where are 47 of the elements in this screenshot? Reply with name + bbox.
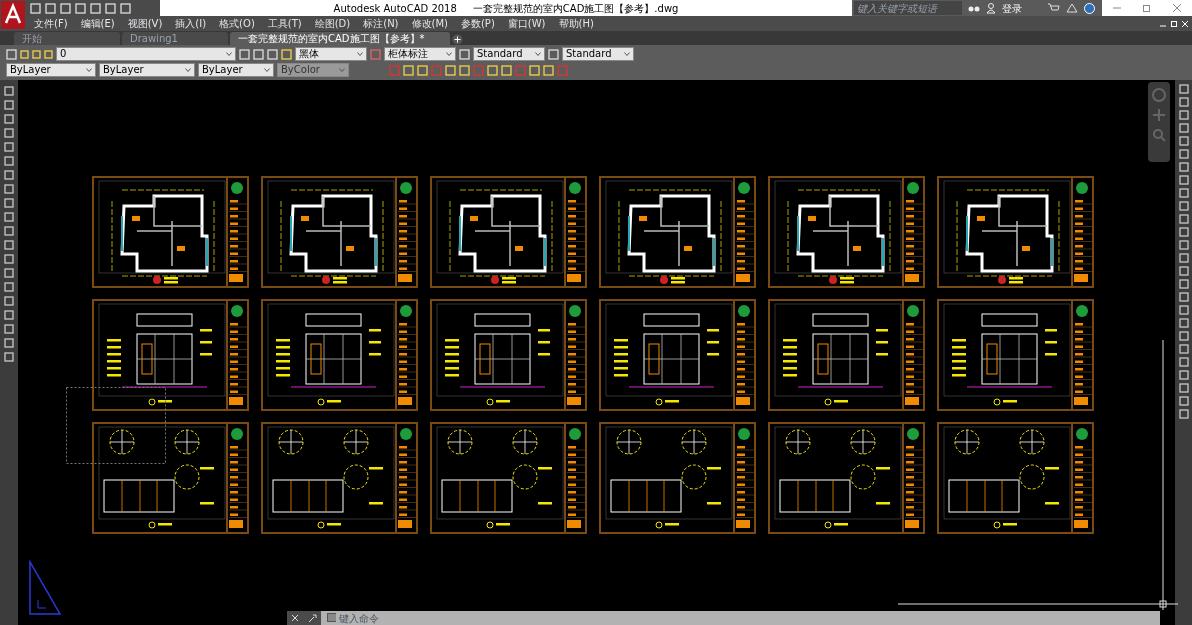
menu-item[interactable]: 工具(T) xyxy=(267,16,302,31)
cart-icon[interactable] xyxy=(1048,3,1060,13)
plot-style-dropdown[interactable]: ByColor xyxy=(277,63,349,77)
plus-icon[interactable] xyxy=(452,34,463,45)
file-tab[interactable]: 开始 xyxy=(14,32,120,45)
lineweight-dropdown[interactable]: ByLayer xyxy=(198,63,274,77)
wrench-icon[interactable] xyxy=(307,613,317,623)
caret-icon xyxy=(446,52,452,56)
menu-item[interactable]: 参数(P) xyxy=(460,16,495,31)
menu-item[interactable]: 格式(O) xyxy=(219,16,255,31)
caret-icon xyxy=(535,52,541,56)
caret-icon xyxy=(86,68,92,72)
file-tab[interactable]: Drawing1 xyxy=(122,32,228,45)
file-tab[interactable]: 一套完整规范的室内CAD施工图【参考】* xyxy=(230,32,450,45)
command-input[interactable]: 键入命令 xyxy=(339,611,1160,625)
dimension-style-dropdown[interactable]: 柜体标注 xyxy=(384,47,456,61)
menu-item[interactable]: 绘图(D) xyxy=(314,16,351,31)
caret-icon xyxy=(226,52,232,56)
caret-icon xyxy=(264,68,270,72)
caret-icon xyxy=(357,52,363,56)
menu-item[interactable]: 视图(V) xyxy=(127,16,163,31)
caret-icon xyxy=(339,68,345,72)
file-title: 一套完整规范的室内CAD施工图【参考】.dwg xyxy=(472,1,679,16)
search-field[interactable]: 键入关键字或短语 xyxy=(854,1,962,15)
menu-item[interactable]: 标注(N) xyxy=(363,16,399,31)
caret-icon xyxy=(624,52,630,56)
table-style-dropdown[interactable]: Standard xyxy=(473,47,545,61)
linetype-dropdown[interactable]: ByLayer xyxy=(99,63,195,77)
color-dropdown[interactable]: ByLayer xyxy=(6,63,96,77)
window-title: Autodesk AutoCAD 2018 xyxy=(333,1,457,16)
menu-item[interactable]: 编辑(E) xyxy=(80,16,115,31)
sign-in-link[interactable]: 登录 xyxy=(1002,0,1022,16)
caret-icon xyxy=(185,68,191,72)
menu-item[interactable]: 帮助(H) xyxy=(558,16,594,31)
menu-item[interactable]: 修改(M) xyxy=(411,16,448,31)
restore-icon[interactable] xyxy=(1170,19,1178,28)
layer-dropdown[interactable]: 0 xyxy=(56,47,236,61)
prompt-icon[interactable] xyxy=(321,611,339,625)
text-style-dropdown[interactable]: 黑体 xyxy=(295,47,367,61)
multileader-style-dropdown[interactable]: Standard xyxy=(562,47,634,61)
ucs-icon xyxy=(26,560,62,616)
menu-item[interactable]: 插入(I) xyxy=(175,16,207,31)
menu-item[interactable]: 文件(F) xyxy=(34,16,68,31)
menu-item[interactable]: 窗口(W) xyxy=(507,16,546,31)
triangle-icon[interactable] xyxy=(1066,3,1078,13)
app-logo[interactable] xyxy=(1,1,25,29)
user-icon xyxy=(986,2,996,14)
